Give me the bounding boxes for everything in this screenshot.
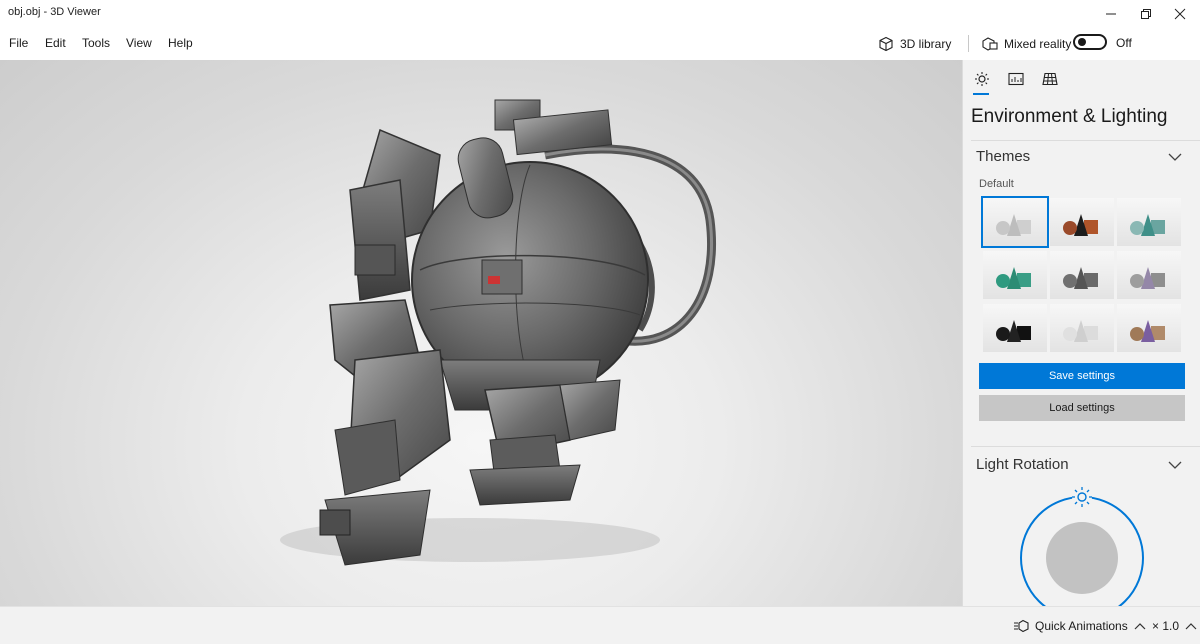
- sun-icon[interactable]: [1072, 487, 1092, 507]
- animation-speed-label: × 1.0: [1152, 619, 1180, 633]
- active-tab-indicator: [973, 93, 989, 95]
- theme-preview: [1063, 214, 1098, 236]
- theme-lavender[interactable]: [1117, 251, 1181, 299]
- window-title: obj.obj - 3D Viewer: [8, 6, 101, 18]
- theme-preview: [1130, 320, 1165, 342]
- toggle-state-label: Off: [1116, 36, 1132, 50]
- theme-green[interactable]: [983, 251, 1047, 299]
- load-settings-button[interactable]: Load settings: [979, 395, 1185, 421]
- minimize-icon: [1106, 13, 1116, 14]
- toggle-knob: [1078, 38, 1086, 46]
- theme-preview: [996, 214, 1031, 236]
- minimize-button[interactable]: [1091, 0, 1131, 27]
- chevron-down-icon: [1168, 461, 1182, 469]
- menu-separator: [968, 35, 969, 52]
- quick-animations-icon: [1014, 619, 1029, 633]
- quick-animations-label: Quick Animations: [1035, 619, 1128, 633]
- themes-heading: Themes: [976, 148, 1031, 165]
- theme-graphite[interactable]: [1050, 251, 1114, 299]
- theme-preview: [1130, 267, 1165, 289]
- maximize-icon: [1141, 8, 1151, 19]
- 3d-library-label: 3D library: [900, 37, 952, 51]
- chevron-down-icon: [1168, 153, 1182, 161]
- close-button[interactable]: [1160, 0, 1200, 27]
- menu-bar: File Edit Tools View Help 3D library Mix…: [0, 27, 1200, 60]
- 3d-model-render: [280, 99, 716, 566]
- mixed-reality-icon: [982, 37, 998, 51]
- menu-help[interactable]: Help: [168, 36, 193, 50]
- mixed-reality-button[interactable]: Mixed reality: [982, 33, 1071, 55]
- chevron-up-icon: [1134, 623, 1146, 630]
- menu-view[interactable]: View: [126, 36, 152, 50]
- mixed-reality-toggle[interactable]: [1073, 34, 1107, 50]
- save-settings-button[interactable]: Save settings: [979, 363, 1185, 389]
- status-bar: Quick Animations × 1.0: [0, 606, 1200, 644]
- close-icon: [1174, 8, 1186, 19]
- grid-icon: [1042, 72, 1058, 86]
- theme-bronze[interactable]: [1117, 304, 1181, 352]
- sun-icon: [975, 72, 989, 86]
- menu-file[interactable]: File: [9, 36, 28, 50]
- theme-preview: [1063, 267, 1098, 289]
- theme-white[interactable]: [1050, 304, 1114, 352]
- theme-preview: [996, 320, 1031, 342]
- environment-panel: Environment & Lighting Themes Default Sa…: [962, 60, 1200, 606]
- panel-title: Environment & Lighting: [971, 106, 1168, 127]
- mixed-reality-label: Mixed reality: [1004, 37, 1072, 51]
- tab-grid[interactable]: [1039, 68, 1061, 90]
- tab-stats[interactable]: [1005, 68, 1027, 90]
- light-rotation-dial[interactable]: [1003, 482, 1163, 606]
- theme-preview: [1130, 214, 1165, 236]
- theme-warm[interactable]: [1050, 198, 1114, 246]
- theme-default[interactable]: [981, 196, 1049, 248]
- theme-teal-light[interactable]: [1117, 198, 1181, 246]
- menu-edit[interactable]: Edit: [45, 36, 66, 50]
- animation-speed-button[interactable]: × 1.0: [1152, 619, 1197, 633]
- cube-icon: [879, 36, 893, 52]
- quick-animations-button[interactable]: Quick Animations: [1013, 619, 1146, 633]
- menu-tools[interactable]: Tools: [82, 36, 110, 50]
- theme-preview: [996, 267, 1031, 289]
- divider: [971, 446, 1200, 447]
- chevron-up-icon: [1185, 623, 1197, 630]
- light-rotation-heading: Light Rotation: [976, 456, 1069, 473]
- 3d-viewport[interactable]: [0, 60, 962, 606]
- theme-preview: [1063, 320, 1098, 342]
- tab-environment[interactable]: [971, 68, 993, 90]
- 3d-library-button[interactable]: 3D library: [878, 33, 951, 55]
- default-theme-label: Default: [979, 178, 1014, 190]
- title-bar: obj.obj - 3D Viewer: [0, 0, 1200, 27]
- theme-dark[interactable]: [983, 304, 1047, 352]
- divider: [971, 140, 1200, 141]
- stats-icon: [1008, 72, 1024, 86]
